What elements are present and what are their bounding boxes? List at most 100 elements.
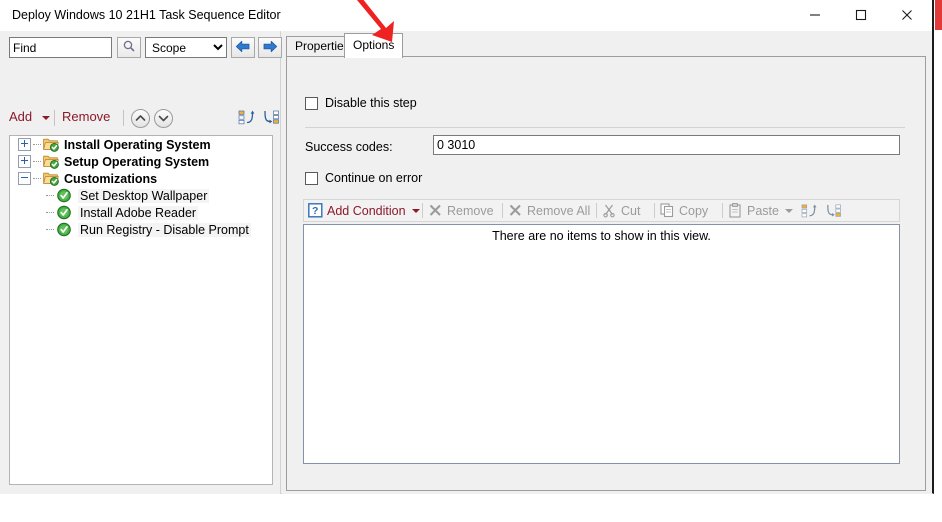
tree-item-label: Customizations — [64, 171, 158, 186]
add-button[interactable]: Add — [9, 109, 32, 124]
navigate-forward-button[interactable] — [258, 37, 282, 58]
collapse-icon[interactable] — [18, 172, 31, 185]
question-mark-icon: ? — [308, 203, 323, 218]
title-bar: Deploy Windows 10 21H1 Task Sequence Edi… — [0, 0, 932, 32]
indent-button[interactable] — [237, 109, 257, 128]
green-check-circle-icon — [57, 222, 71, 237]
success-codes-label: Success codes: — [305, 140, 393, 154]
condition-button-label: Cut — [621, 203, 641, 218]
tree-action-toolbar: Add Remove — [9, 109, 279, 131]
tree-item-label: Run Registry - Disable Prompt — [78, 222, 251, 237]
condition-paste-button[interactable]: Paste — [728, 200, 793, 221]
condition-list-empty-message: There are no items to show in this view. — [492, 229, 711, 243]
task-sequence-left-pane: Scope Add Remove — [0, 31, 282, 494]
window-title: Deploy Windows 10 21H1 Task Sequence Edi… — [12, 8, 281, 22]
minimize-button[interactable] — [792, 0, 838, 30]
maximize-icon — [855, 9, 867, 21]
condition-add-condition-button[interactable]: ? Add Condition — [308, 200, 420, 221]
step-detail-pane: Properties Options Disable this step Suc… — [282, 31, 932, 494]
tree-item[interactable]: Install Operating System — [10, 136, 272, 153]
tree-item[interactable]: Customizations — [10, 170, 272, 187]
chevron-down-circle-icon — [158, 115, 169, 122]
condition-button-label: Add Condition — [327, 203, 406, 218]
tree-item[interactable]: Run Registry - Disable Prompt — [10, 221, 272, 238]
green-check-circle-icon — [57, 188, 71, 203]
continue-on-error-label: Continue on error — [325, 171, 423, 185]
chevron-down-icon[interactable] — [42, 116, 50, 120]
chevron-down-icon[interactable] — [784, 208, 793, 213]
task-sequence-editor-window: Deploy Windows 10 21H1 Task Sequence Edi… — [0, 0, 934, 494]
page-scrollbar[interactable] — [934, 0, 942, 522]
move-down-button[interactable] — [154, 109, 173, 128]
condition-list[interactable]: There are no items to show in this view. — [303, 224, 900, 464]
copy-icon — [660, 203, 674, 218]
toolbar-divider — [722, 203, 723, 218]
folder-check-icon — [43, 172, 59, 186]
green-check-circle-icon — [57, 205, 71, 220]
tree-item-label: Install Operating System — [64, 137, 211, 152]
navigate-back-button[interactable] — [231, 37, 255, 58]
expand-icon[interactable] — [18, 138, 31, 151]
toolbar-divider — [502, 203, 503, 218]
condition-toolbar: ? Add Condition Remove Remove All Cut Copy Pas… — [303, 199, 900, 222]
close-button[interactable] — [884, 0, 930, 30]
toolbar-divider — [123, 110, 124, 126]
continue-on-error-row[interactable]: Continue on error — [305, 171, 422, 185]
find-button[interactable] — [117, 37, 141, 58]
folder-check-icon — [43, 155, 59, 169]
find-input[interactable] — [9, 37, 112, 58]
minimize-icon — [810, 14, 820, 16]
clipboard-icon — [729, 203, 741, 218]
chevron-up-circle-icon — [135, 115, 146, 121]
x-icon — [509, 204, 521, 216]
tree-item-label: Setup Operating System — [64, 154, 210, 169]
task-sequence-tree[interactable]: Install Operating System Setup Operating … — [9, 135, 273, 485]
section-divider — [305, 127, 905, 128]
condition-copy-button[interactable]: Copy — [660, 200, 708, 221]
tree-item-label: Install Adobe Reader — [78, 205, 199, 220]
close-icon — [902, 10, 912, 20]
disable-this-step-label: Disable this step — [325, 96, 417, 110]
tree-item[interactable]: Setup Operating System — [10, 153, 272, 170]
outdent-icon — [263, 110, 279, 124]
folder-check-icon — [43, 138, 59, 152]
toolbar-divider — [654, 203, 655, 218]
continue-on-error-checkbox[interactable] — [305, 171, 318, 185]
indent-icon — [238, 110, 254, 125]
expand-icon[interactable] — [18, 155, 31, 168]
outdent-button[interactable] — [260, 109, 280, 128]
condition-button-label: Remove All — [527, 203, 591, 218]
svg-text:?: ? — [312, 205, 318, 217]
outdent-button[interactable] — [824, 200, 842, 221]
page-scrollbar-thumb[interactable] — [935, 0, 942, 30]
arrow-left-icon — [235, 40, 250, 52]
condition-remove-all-button[interactable]: Remove All — [508, 200, 590, 221]
move-up-button[interactable] — [131, 109, 150, 128]
toolbar-divider — [54, 110, 55, 126]
condition-cut-button[interactable]: Cut — [602, 200, 640, 221]
tree-connector — [33, 143, 41, 146]
condition-button-label: Remove — [447, 203, 494, 218]
chevron-down-icon[interactable] — [411, 208, 420, 213]
indent-button[interactable] — [801, 200, 819, 221]
tab-strip: Properties Options — [286, 33, 926, 58]
disable-this-step-row[interactable]: Disable this step — [305, 96, 417, 110]
toolbar-divider — [596, 203, 597, 218]
tab-options[interactable]: Options — [344, 33, 404, 58]
x-icon — [429, 204, 441, 216]
condition-remove-button[interactable]: Remove — [428, 200, 494, 221]
tree-connector — [46, 228, 54, 231]
toolbar-divider — [422, 203, 423, 218]
tree-connector — [33, 177, 41, 180]
tree-connector — [33, 160, 41, 163]
scope-select[interactable]: Scope — [145, 37, 227, 58]
success-codes-input[interactable] — [433, 135, 900, 155]
tree-connector — [46, 211, 54, 214]
disable-this-step-checkbox[interactable] — [305, 96, 318, 110]
condition-button-label: Copy — [679, 203, 709, 218]
maximize-button[interactable] — [838, 0, 884, 30]
remove-button[interactable]: Remove — [62, 109, 110, 124]
tree-item[interactable]: Set Desktop Wallpaper — [10, 187, 272, 204]
tree-item[interactable]: Install Adobe Reader — [10, 204, 272, 221]
tree-connector — [46, 194, 54, 197]
